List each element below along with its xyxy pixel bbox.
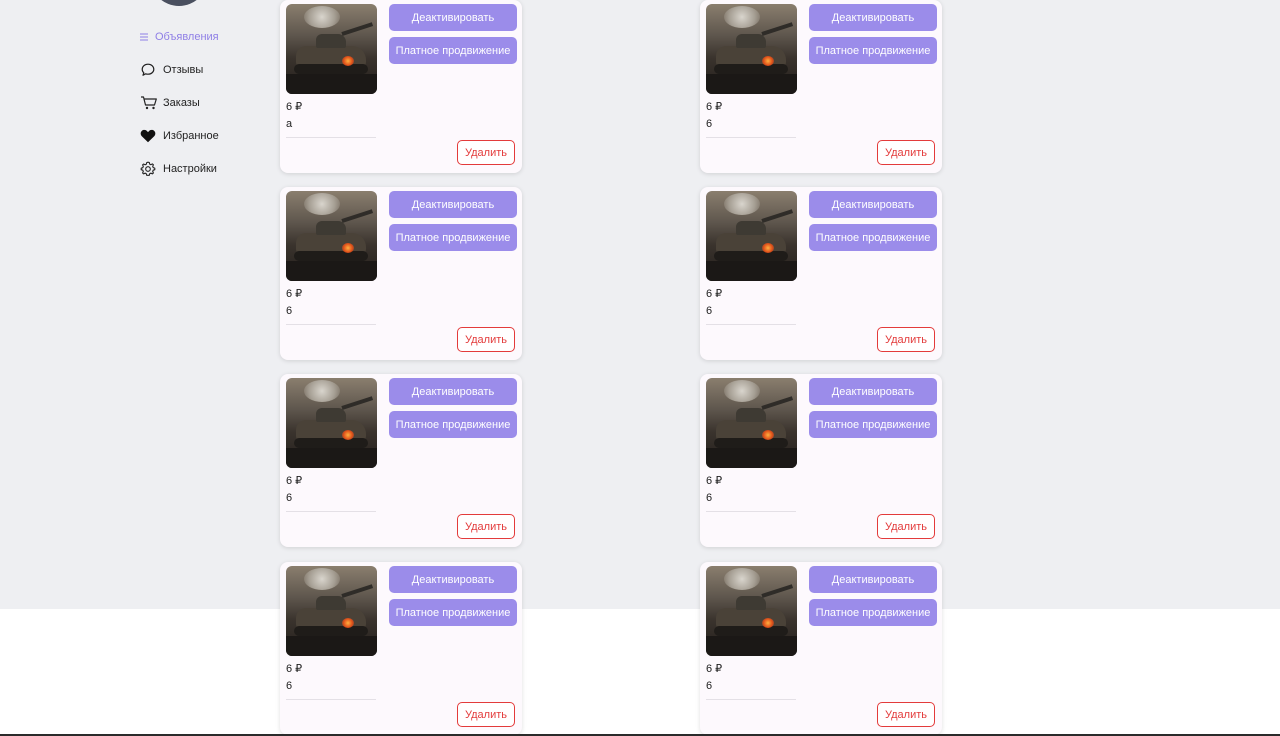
ad-price: 6 ₽ bbox=[286, 288, 303, 300]
sidebar: Объявления Отзывы Заказы Избранное Настр… bbox=[140, 20, 270, 185]
delete-button[interactable]: Удалить bbox=[457, 140, 515, 165]
heart-icon bbox=[140, 128, 160, 144]
divider bbox=[286, 699, 376, 700]
ad-photo[interactable] bbox=[706, 191, 797, 281]
ad-card: 6 ₽ 6 Деактивировать Платное продвижение… bbox=[700, 0, 942, 173]
chat-icon bbox=[140, 62, 160, 78]
sidebar-item-ads[interactable]: Объявления bbox=[140, 20, 270, 53]
delete-button[interactable]: Удалить bbox=[877, 327, 935, 352]
promote-button[interactable]: Платное продвижение bbox=[389, 37, 517, 64]
sidebar-item-reviews[interactable]: Отзывы bbox=[140, 53, 270, 86]
ad-price: 6 ₽ bbox=[286, 663, 303, 675]
sidebar-item-label: Избранное bbox=[163, 129, 219, 142]
sidebar-item-favorites[interactable]: Избранное bbox=[140, 119, 270, 152]
ad-title[interactable]: 6 bbox=[706, 305, 712, 317]
ad-card: 6 ₽ 6 Деактивировать Платное продвижение… bbox=[280, 374, 522, 547]
deactivate-button[interactable]: Деактивировать bbox=[809, 191, 937, 218]
promote-button[interactable]: Платное продвижение bbox=[809, 224, 937, 251]
ad-photo[interactable] bbox=[286, 4, 377, 94]
ad-card: 6 ₽ a Деактивировать Платное продвижение… bbox=[280, 0, 522, 173]
divider bbox=[706, 137, 796, 138]
ad-title[interactable]: 6 bbox=[286, 305, 292, 317]
promote-button[interactable]: Платное продвижение bbox=[389, 224, 517, 251]
sidebar-item-orders[interactable]: Заказы bbox=[140, 86, 270, 119]
divider bbox=[706, 324, 796, 325]
promote-button[interactable]: Платное продвижение bbox=[809, 599, 937, 626]
promote-button[interactable]: Платное продвижение bbox=[809, 37, 937, 64]
ad-title[interactable]: 6 bbox=[286, 492, 292, 504]
ad-photo[interactable] bbox=[706, 566, 797, 656]
ad-price: 6 ₽ bbox=[706, 475, 723, 487]
ad-card: 6 ₽ 6 Деактивировать Платное продвижение… bbox=[280, 187, 522, 360]
ad-photo[interactable] bbox=[706, 378, 797, 468]
ad-photo[interactable] bbox=[286, 191, 377, 281]
sidebar-item-label: Заказы bbox=[163, 96, 200, 109]
delete-button[interactable]: Удалить bbox=[457, 702, 515, 727]
ad-title[interactable]: a bbox=[286, 118, 292, 130]
sidebar-item-label: Отзывы bbox=[163, 63, 204, 76]
deactivate-button[interactable]: Деактивировать bbox=[809, 378, 937, 405]
ad-photo[interactable] bbox=[286, 378, 377, 468]
deactivate-button[interactable]: Деактивировать bbox=[389, 191, 517, 218]
delete-button[interactable]: Удалить bbox=[457, 327, 515, 352]
promote-button[interactable]: Платное продвижение bbox=[389, 599, 517, 626]
deactivate-button[interactable]: Деактивировать bbox=[389, 4, 517, 31]
ad-title[interactable]: 6 bbox=[706, 680, 712, 692]
promote-button[interactable]: Платное продвижение bbox=[809, 411, 937, 438]
ad-price: 6 ₽ bbox=[286, 101, 303, 113]
deactivate-button[interactable]: Деактивировать bbox=[389, 378, 517, 405]
delete-button[interactable]: Удалить bbox=[877, 140, 935, 165]
ad-card: 6 ₽ 6 Деактивировать Платное продвижение… bbox=[700, 562, 942, 735]
ad-card: 6 ₽ 6 Деактивировать Платное продвижение… bbox=[700, 374, 942, 547]
cart-icon bbox=[140, 95, 160, 111]
divider bbox=[286, 137, 376, 138]
deactivate-button[interactable]: Деактивировать bbox=[809, 4, 937, 31]
ad-photo[interactable] bbox=[706, 4, 797, 94]
promote-button[interactable]: Платное продвижение bbox=[389, 411, 517, 438]
ad-photo[interactable] bbox=[286, 566, 377, 656]
ad-price: 6 ₽ bbox=[706, 288, 723, 300]
ad-title[interactable]: 6 bbox=[286, 680, 292, 692]
gear-icon bbox=[140, 161, 160, 177]
deactivate-button[interactable]: Деактивировать bbox=[809, 566, 937, 593]
divider bbox=[706, 511, 796, 512]
ad-card: 6 ₽ 6 Деактивировать Платное продвижение… bbox=[280, 562, 522, 735]
divider bbox=[286, 511, 376, 512]
ad-price: 6 ₽ bbox=[706, 663, 723, 675]
sidebar-item-label: Объявления bbox=[155, 30, 219, 43]
list-icon bbox=[140, 29, 152, 45]
divider bbox=[286, 324, 376, 325]
divider bbox=[706, 699, 796, 700]
delete-button[interactable]: Удалить bbox=[877, 702, 935, 727]
ad-price: 6 ₽ bbox=[706, 101, 723, 113]
ad-card: 6 ₽ 6 Деактивировать Платное продвижение… bbox=[700, 187, 942, 360]
delete-button[interactable]: Удалить bbox=[457, 514, 515, 539]
ad-price: 6 ₽ bbox=[286, 475, 303, 487]
delete-button[interactable]: Удалить bbox=[877, 514, 935, 539]
ad-title[interactable]: 6 bbox=[706, 118, 712, 130]
sidebar-item-label: Настройки bbox=[163, 162, 217, 175]
ad-title[interactable]: 6 bbox=[706, 492, 712, 504]
sidebar-item-settings[interactable]: Настройки bbox=[140, 152, 270, 185]
deactivate-button[interactable]: Деактивировать bbox=[389, 566, 517, 593]
